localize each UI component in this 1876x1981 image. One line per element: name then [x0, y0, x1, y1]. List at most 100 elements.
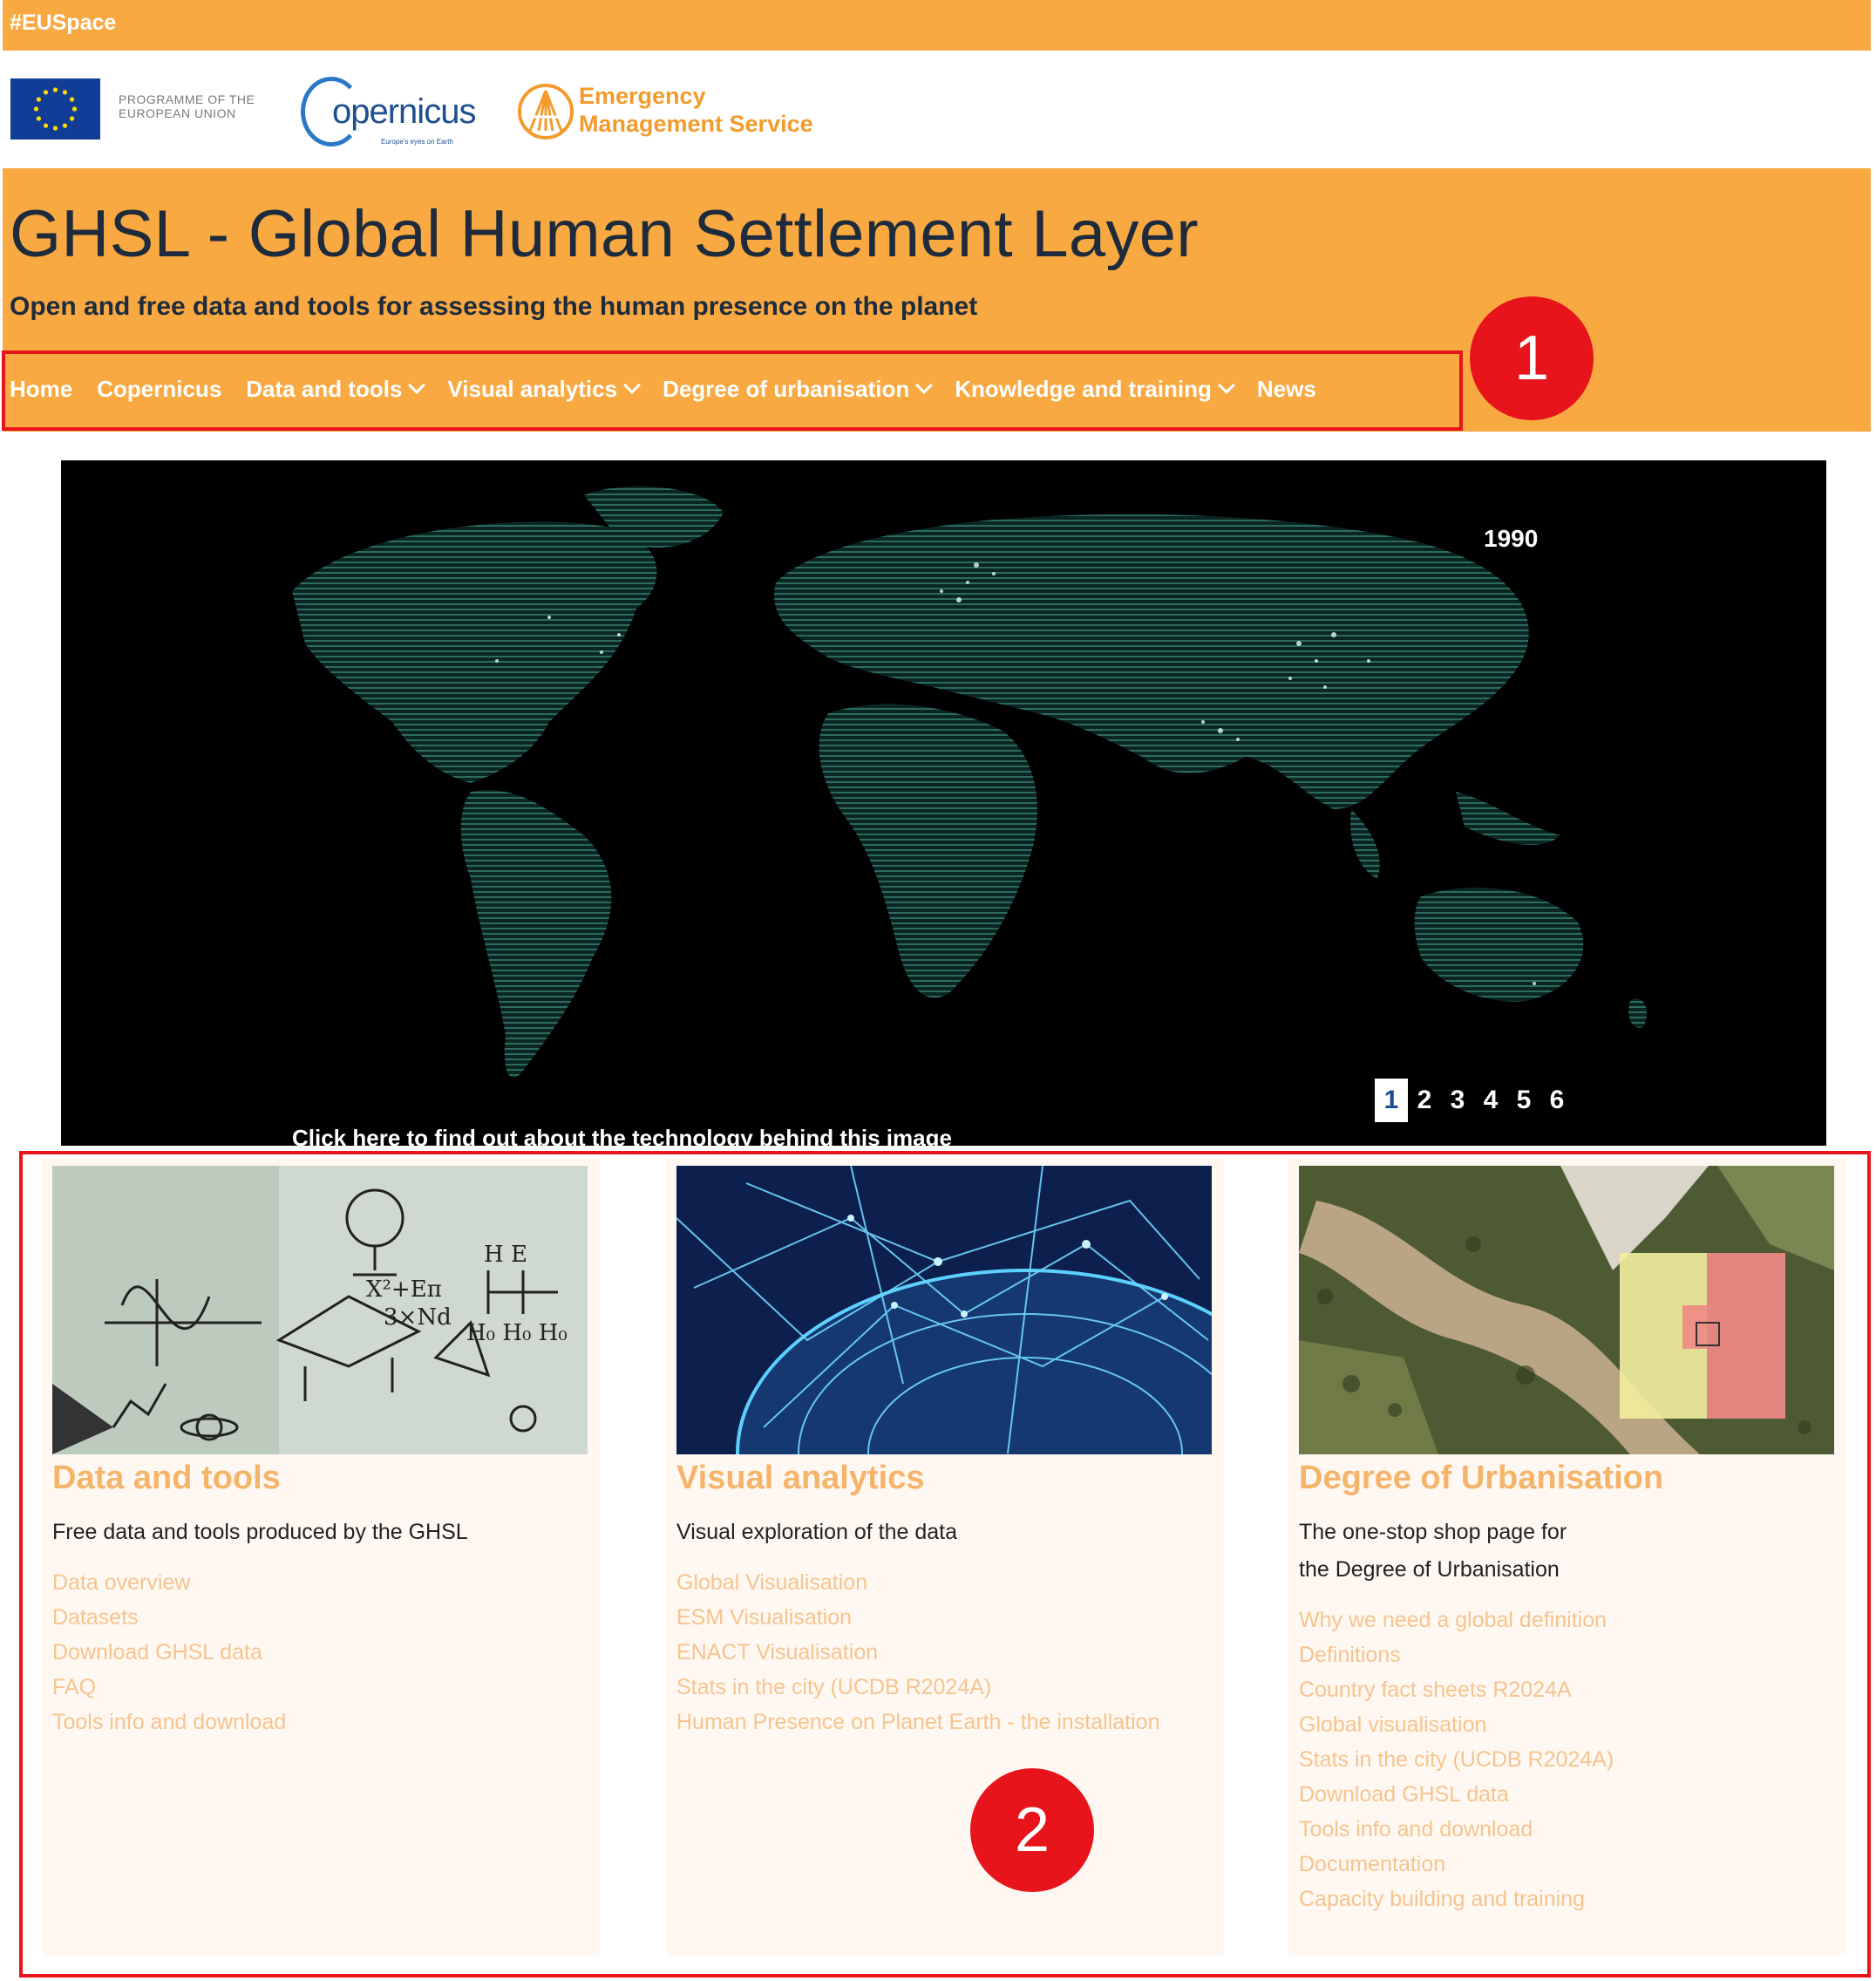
eu-flag-icon[interactable]: [10, 78, 100, 140]
link-definitions[interactable]: Definitions: [1299, 1637, 1614, 1672]
svg-text:H₀ H₀ H₀: H₀ H₀ H₀: [466, 1320, 568, 1346]
card-degree-of-urbanisation: Degree of Urbanisation The one-stop shop…: [1288, 1158, 1846, 1956]
card-title[interactable]: Data and tools: [52, 1460, 281, 1497]
eu-star-icon: [52, 126, 58, 131]
link-global-visualisation[interactable]: Global visualisation: [1299, 1707, 1614, 1742]
link-documentation[interactable]: Documentation: [1299, 1847, 1614, 1882]
link-datasets[interactable]: Datasets: [52, 1600, 286, 1635]
nav-label: Degree of urbanisation: [663, 375, 910, 402]
card-image-degree-of-urbanisation[interactable]: [1299, 1166, 1834, 1454]
top-strip: #EUSpace: [3, 0, 1871, 51]
card-description-line: Visual exploration of the data: [676, 1520, 957, 1544]
eu-star-icon: [43, 123, 49, 128]
nav-label: Knowledge and training: [955, 375, 1212, 402]
link-enact-visualisation[interactable]: ENACT Visualisation: [676, 1635, 1159, 1670]
chevron-down-icon: [915, 377, 934, 394]
copernicus-wordmark: opernicus: [332, 92, 476, 131]
card-description-line: The one-stop shop page for: [1299, 1520, 1567, 1544]
svg-text:H E: H E: [484, 1242, 527, 1268]
link-faq[interactable]: FAQ: [52, 1670, 286, 1705]
link-global-visualisation[interactable]: Global Visualisation: [676, 1565, 1159, 1600]
ems-logo-text: Emergency Management Service: [579, 82, 813, 138]
link-tools-info-and-download[interactable]: Tools info and download: [1299, 1812, 1614, 1847]
eu-space-hashtag[interactable]: #EUSpace: [10, 10, 116, 36]
copernicus-logo[interactable]: opernicus Europe's eyes on Earth: [301, 77, 493, 146]
main-nav: Home Copernicus Data and tools Visual an…: [10, 367, 1341, 411]
ems-text-line1: Emergency: [579, 83, 706, 109]
card-link-list: Data overview Datasets Download GHSL dat…: [52, 1565, 286, 1739]
pager-item-4[interactable]: 4: [1474, 1079, 1507, 1122]
copernicus-tagline: Europe's eyes on Earth: [381, 138, 453, 146]
nav-label: Copernicus: [97, 375, 222, 402]
eu-star-icon: [36, 97, 41, 102]
nav-item-degree-of-urbanisation[interactable]: Degree of urbanisation: [663, 375, 934, 403]
link-capacity-building[interactable]: Capacity building and training: [1299, 1882, 1614, 1916]
link-stats-in-the-city[interactable]: Stats in the city (UCDB R2024A): [1299, 1742, 1614, 1777]
link-why-global-definition[interactable]: Why we need a global definition: [1299, 1603, 1614, 1637]
nav-label: Home: [10, 375, 73, 402]
nav-item-copernicus[interactable]: Copernicus: [97, 376, 221, 403]
site-header: GHSL - Global Human Settlement Layer Ope…: [3, 168, 1871, 432]
chevron-down-icon: [1217, 377, 1235, 394]
chevron-down-icon: [408, 377, 426, 394]
svg-text:X²+Eπ: X²+Eπ: [366, 1276, 442, 1303]
pager-item-3[interactable]: 3: [1441, 1079, 1474, 1122]
link-data-overview[interactable]: Data overview: [52, 1565, 286, 1600]
pager-item-5[interactable]: 5: [1507, 1079, 1540, 1122]
pager-item-6[interactable]: 6: [1540, 1079, 1574, 1122]
nav-item-knowledge-and-training[interactable]: Knowledge and training: [955, 375, 1235, 403]
ems-logo-icon[interactable]: [514, 78, 577, 141]
pager-item-2[interactable]: 2: [1408, 1079, 1441, 1122]
chevron-down-icon: [623, 377, 641, 394]
eu-star-icon: [36, 116, 41, 121]
link-download-ghsl-data[interactable]: Download GHSL data: [52, 1635, 286, 1670]
svg-text:3×Nd: 3×Nd: [384, 1304, 452, 1331]
hero-caption-link[interactable]: Click here to find out about the technol…: [292, 1125, 952, 1146]
slideshow-pager: 1 2 3 4 5 6: [1375, 1079, 1574, 1122]
eu-star-icon: [62, 90, 68, 95]
nav-item-home[interactable]: Home: [10, 376, 72, 403]
nav-item-visual-analytics[interactable]: Visual analytics: [447, 375, 641, 403]
card-description: The one-stop shop page for the Degree of…: [1299, 1514, 1822, 1589]
link-download-ghsl-data[interactable]: Download GHSL data: [1299, 1777, 1614, 1812]
nav-label: Visual analytics: [447, 375, 618, 402]
hero-slideshow[interactable]: 1990 1 2 3 4 5 6 Click here to find out …: [61, 460, 1826, 1146]
link-human-presence-installation[interactable]: Human Presence on Planet Earth - the ins…: [676, 1705, 1159, 1739]
nav-item-news[interactable]: News: [1257, 376, 1316, 403]
card-data-and-tools: X²+Eπ 3×Nd H E H₀ H₀ H₀ Data and tools F…: [42, 1158, 600, 1956]
hero-year-label: 1990: [1484, 525, 1539, 552]
world-map-image: [292, 486, 1648, 1078]
eu-text-line1: PROGRAMME OF THE: [119, 92, 255, 106]
link-tools-info-and-download[interactable]: Tools info and download: [52, 1705, 286, 1739]
card-description: Visual exploration of the data: [676, 1514, 1200, 1551]
eu-star-icon: [52, 87, 58, 92]
nav-label: News: [1256, 375, 1316, 402]
card-link-list: Why we need a global definition Definiti…: [1299, 1603, 1614, 1916]
ems-text-line2: Management Service: [579, 111, 813, 137]
eu-programme-text: PROGRAMME OF THE EUROPEAN UNION: [119, 92, 255, 120]
card-description: Free data and tools produced by the GHSL: [52, 1514, 575, 1551]
pager-item-1[interactable]: 1: [1375, 1079, 1408, 1122]
annotation-marker-2: 2: [970, 1768, 1094, 1892]
card-title[interactable]: Visual analytics: [676, 1460, 924, 1497]
card-image-data-and-tools[interactable]: X²+Eπ 3×Nd H E H₀ H₀ H₀: [52, 1166, 588, 1454]
annotation-marker-1: 1: [1470, 296, 1594, 420]
nav-label: Data and tools: [246, 375, 403, 402]
logo-row: PROGRAMME OF THE EUROPEAN UNION opernicu…: [0, 51, 1876, 168]
link-country-fact-sheets[interactable]: Country fact sheets R2024A: [1299, 1672, 1614, 1707]
eu-star-icon: [62, 123, 68, 128]
page-title: GHSL - Global Human Settlement Layer: [10, 197, 1199, 271]
eu-star-icon: [70, 97, 75, 102]
eu-text-line2: EUROPEAN UNION: [119, 106, 236, 120]
eu-star-icon: [71, 106, 78, 112]
nav-item-data-and-tools[interactable]: Data and tools: [246, 375, 426, 403]
card-image-visual-analytics[interactable]: [676, 1166, 1212, 1454]
eu-star-icon: [43, 90, 49, 95]
eu-star-icon: [33, 106, 39, 112]
card-visual-analytics: Visual analytics Visual exploration of t…: [666, 1158, 1224, 1956]
eu-star-icon: [70, 116, 75, 121]
link-esm-visualisation[interactable]: ESM Visualisation: [676, 1600, 1159, 1635]
card-title[interactable]: Degree of Urbanisation: [1299, 1460, 1663, 1497]
link-stats-in-the-city[interactable]: Stats in the city (UCDB R2024A): [676, 1670, 1159, 1705]
card-description-line: the Degree of Urbanisation: [1299, 1557, 1560, 1582]
